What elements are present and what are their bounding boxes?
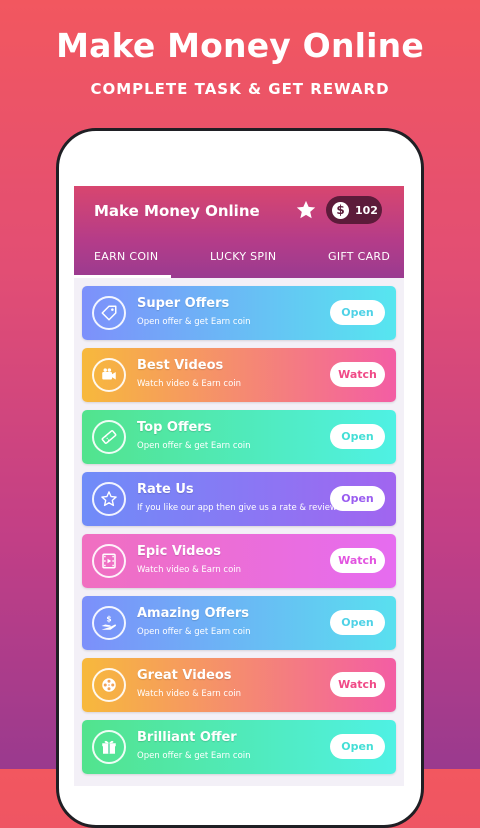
- card-description: Watch video & Earn coin: [137, 565, 242, 575]
- card-title: Rate Us: [137, 482, 194, 497]
- card-title: Great Videos: [137, 668, 232, 683]
- card-description: Open offer & get Earn coin: [137, 751, 251, 761]
- card-title: Super Offers: [137, 296, 230, 311]
- promo-subtitle: COMPLETE TASK & GET REWARD: [90, 80, 390, 98]
- star-outline-icon: [92, 482, 126, 516]
- coin-balance[interactable]: $ 102: [326, 196, 382, 224]
- star-icon[interactable]: [295, 199, 317, 221]
- coin-count: 102: [355, 203, 378, 217]
- gift-icon: [92, 730, 126, 764]
- ticket-icon: [92, 420, 126, 454]
- open-button[interactable]: Open: [330, 734, 385, 759]
- film-icon: [92, 544, 126, 578]
- tab-indicator: [74, 275, 171, 278]
- hand-coin-icon: $: [92, 606, 126, 640]
- open-button[interactable]: Open: [330, 424, 385, 449]
- app-title: Make Money Online: [94, 202, 260, 220]
- card-title: Amazing Offers: [137, 606, 250, 621]
- card-title: Top Offers: [137, 420, 212, 435]
- video-camera-icon: [92, 358, 126, 392]
- reel-icon: [92, 668, 126, 702]
- tab-gift-card[interactable]: GIFT CARD: [328, 250, 390, 263]
- card-description: Watch video & Earn coin: [137, 379, 242, 389]
- open-button[interactable]: Open: [330, 486, 385, 511]
- offer-card-amazing-offers[interactable]: $ Amazing Offers Open offer & get Earn c…: [82, 596, 396, 650]
- card-title: Best Videos: [137, 358, 224, 373]
- offer-card-rate-us[interactable]: Rate Us If you like our app then give us…: [82, 472, 396, 526]
- promo-title: Make Money Online: [56, 26, 424, 65]
- app-screen: Make Money Online $ 102 EARN COIN LUCKY …: [74, 186, 404, 786]
- open-button[interactable]: Open: [330, 300, 385, 325]
- watch-button[interactable]: Watch: [330, 548, 385, 573]
- svg-text:$: $: [106, 615, 111, 624]
- offer-card-super-offers[interactable]: Super Offers Open offer & get Earn coin …: [82, 286, 396, 340]
- watch-button[interactable]: Watch: [330, 672, 385, 697]
- coin-icon: $: [332, 201, 349, 219]
- offer-card-brilliant-offer[interactable]: Brilliant Offer Open offer & get Earn co…: [82, 720, 396, 774]
- tab-lucky-spin[interactable]: LUCKY SPIN: [210, 250, 276, 263]
- card-description: Open offer & get Earn coin: [137, 441, 251, 451]
- offer-card-great-videos[interactable]: Great Videos Watch video & Earn coin Wat…: [82, 658, 396, 712]
- tab-earn-coin[interactable]: EARN COIN: [94, 250, 158, 263]
- offer-card-epic-videos[interactable]: Epic Videos Watch video & Earn coin Watc…: [82, 534, 396, 588]
- card-title: Epic Videos: [137, 544, 221, 559]
- app-bar: Make Money Online $ 102 EARN COIN LUCKY …: [74, 186, 404, 278]
- offer-card-best-videos[interactable]: Best Videos Watch video & Earn coin Watc…: [82, 348, 396, 402]
- card-description: Watch video & Earn coin: [137, 689, 242, 699]
- card-description: Open offer & get Earn coin: [137, 627, 251, 637]
- open-button[interactable]: Open: [330, 610, 385, 635]
- offer-card-top-offers[interactable]: Top Offers Open offer & get Earn coin Op…: [82, 410, 396, 464]
- watch-button[interactable]: Watch: [330, 362, 385, 387]
- card-description: Open offer & get Earn coin: [137, 317, 251, 327]
- card-description: If you like our app then give us a rate …: [137, 503, 337, 513]
- tag-icon: [92, 296, 126, 330]
- card-title: Brilliant Offer: [137, 730, 237, 745]
